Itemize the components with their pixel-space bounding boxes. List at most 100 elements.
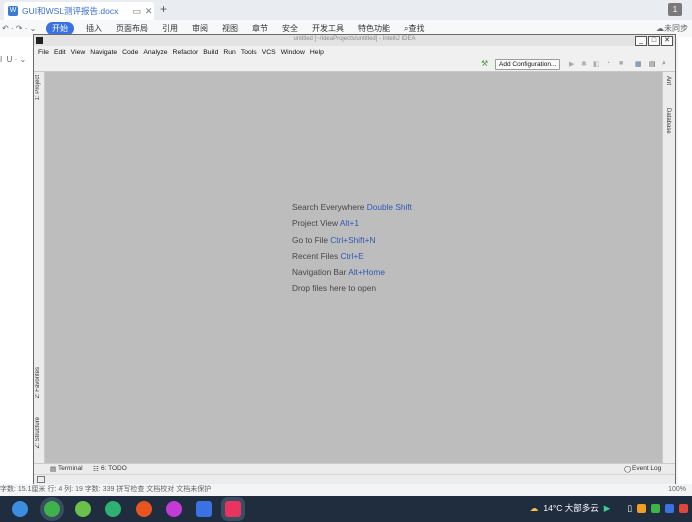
notification-badge[interactable]: 1	[668, 3, 682, 16]
minimize-icon[interactable]: _	[635, 36, 647, 46]
main-toolbar: ⚒ Add Configuration... ▶ ✱ ◧ ◔ ■ ▦ ▤ ⌕	[34, 58, 675, 72]
tablet-icon[interactable]: ▭	[132, 6, 141, 17]
window-controls: _ □ ✕	[635, 36, 673, 46]
sync-status[interactable]: ☁未同步	[656, 23, 688, 34]
weather-icon[interactable]: ☁	[530, 503, 539, 514]
search-icon[interactable]: ⌕	[662, 60, 666, 68]
ribbon-tab-review[interactable]: 审阅	[192, 23, 208, 34]
sync-status-label: 未同步	[664, 24, 688, 33]
tray-wps-icon[interactable]	[665, 503, 674, 513]
ribbon-tab-chapter[interactable]: 章节	[252, 23, 268, 34]
wps-status-left: 字数: 15.1厘米 行: 4 列: 19 字数: 339 拼写检查 文档校对 …	[0, 486, 212, 493]
tool-window-structure[interactable]: Z: Structure	[35, 417, 41, 448]
ribbon-tab-features[interactable]: 特色功能	[358, 23, 390, 34]
undo-redo-icons[interactable]: ↶ · ↷ · ⌄	[2, 24, 46, 33]
hint-search-everywhere: Search Everywhere Double Shift	[292, 202, 412, 218]
menu-edit[interactable]: Edit	[54, 49, 66, 56]
zoom-level[interactable]: 100%	[668, 484, 686, 496]
left-tool-strip: 1: Project 2: Favorites Z: Structure	[34, 72, 45, 463]
add-configuration-button[interactable]: Add Configuration...	[495, 59, 561, 70]
hint-navigation-bar: Navigation Bar Alt+Home	[292, 267, 412, 283]
menu-navigate[interactable]: Navigate	[90, 49, 117, 56]
event-log-button[interactable]: Event Log	[632, 465, 661, 472]
start-menu-icon[interactable]	[12, 501, 28, 517]
menu-tools[interactable]: Tools	[241, 49, 257, 56]
tool-window-database[interactable]: Database	[665, 108, 671, 134]
menu-help[interactable]: Help	[310, 49, 324, 56]
menu-vcs[interactable]: VCS	[262, 49, 276, 56]
wps-doc-icon: W	[8, 6, 18, 16]
menu-build[interactable]: Build	[203, 49, 218, 56]
ribbon-tab-layout[interactable]: 页面布局	[116, 23, 148, 34]
wps-writer-icon[interactable]	[196, 501, 212, 517]
hint-shortcut: Double Shift	[366, 202, 412, 212]
weather-text[interactable]: 14°C 大部多云	[543, 502, 598, 514]
taskbar: ☁ 14°C 大部多云 ▶ ▯	[0, 496, 692, 522]
coverage-icon[interactable]: ◧	[593, 60, 600, 68]
tool-window-ant[interactable]: Ant	[665, 76, 671, 85]
hint-recent-files: Recent Files Ctrl+E	[292, 251, 412, 267]
format-icons[interactable]: I U · ⌄	[0, 55, 26, 64]
tool-window-project[interactable]: 1: Project	[35, 75, 41, 100]
phone-icon[interactable]: ▯	[627, 503, 632, 514]
tool-windows-toggle-icon[interactable]	[37, 476, 45, 483]
wps-document-margin-right	[678, 37, 692, 487]
tool-window-todo[interactable]: 6: TODO	[101, 465, 127, 472]
close-icon[interactable]: ✕	[661, 36, 673, 46]
tool-window-terminal[interactable]: Terminal	[58, 465, 83, 472]
ribbon-tab-references[interactable]: 引用	[162, 23, 178, 34]
project-structure-icon[interactable]: ▦	[635, 60, 642, 68]
right-tool-strip: Ant Database	[662, 72, 675, 463]
wechat-icon[interactable]	[44, 501, 60, 517]
ubuntu-icon[interactable]	[136, 501, 152, 517]
build-hammer-icon[interactable]: ⚒	[481, 59, 488, 68]
hint-label: Search Everywhere	[292, 202, 365, 212]
hint-drop-files: Drop files here to open	[292, 283, 412, 299]
stop-icon[interactable]: ■	[619, 60, 623, 67]
document-tab-title: GUI和WSL测评报告.docx	[22, 6, 119, 16]
menu-refactor[interactable]: Refactor	[173, 49, 199, 56]
pycharm-icon[interactable]	[105, 501, 121, 517]
window-title: untitled [~/IdeaProjects/untitled] - Int…	[293, 36, 416, 42]
close-icon[interactable]: ✕	[145, 6, 153, 17]
menu-file[interactable]: File	[38, 49, 49, 56]
menu-view[interactable]: View	[71, 49, 86, 56]
drop-app-icon[interactable]	[166, 501, 182, 517]
hint-go-to-file: Go to File Ctrl+Shift+N	[292, 235, 412, 251]
app-icon-green[interactable]	[75, 501, 91, 517]
menu-window[interactable]: Window	[281, 49, 305, 56]
tray-app-icon-2[interactable]	[679, 503, 688, 513]
ribbon-search[interactable]: ⌕查找	[404, 23, 424, 34]
maximize-icon[interactable]: □	[648, 36, 660, 46]
ribbon-tab-security[interactable]: 安全	[282, 23, 298, 34]
new-tab-button[interactable]: +	[160, 2, 167, 16]
hint-label: Navigation Bar	[292, 267, 347, 278]
media-icon[interactable]: ▶	[604, 503, 611, 514]
tray-wechat-icon[interactable]	[651, 503, 660, 513]
menu-analyze[interactable]: Analyze	[143, 49, 167, 56]
terminal-icon: ▤	[50, 466, 57, 473]
ribbon-tab-insert[interactable]: 插入	[86, 23, 102, 34]
todo-icon: ☷	[93, 466, 99, 473]
hint-label: Go to File	[292, 234, 328, 245]
ribbon-search-label: 查找	[408, 24, 425, 33]
editor-empty-area[interactable]: Search Everywhere Double Shift Project V…	[45, 72, 662, 463]
menu-code[interactable]: Code	[122, 49, 138, 56]
tray-app-icon-1[interactable]	[637, 503, 646, 513]
profile-icon[interactable]: ◔	[606, 60, 610, 67]
intellij-icon[interactable]	[225, 501, 241, 517]
debug-icon[interactable]: ✱	[581, 60, 587, 68]
ribbon-tab-view[interactable]: 视图	[222, 23, 238, 34]
ide-status-bar	[34, 474, 675, 484]
ribbon-tab-developer[interactable]: 开发工具	[312, 23, 344, 34]
hint-shortcut: Ctrl+Shift+N	[330, 234, 376, 245]
document-tab[interactable]: W GUI和WSL测评报告.docx ▭ ✕	[4, 2, 154, 20]
hint-shortcut: Alt+1	[339, 218, 359, 229]
menu-bar: File Edit View Navigate Code Analyze Ref…	[34, 46, 675, 58]
editor-hints: Search Everywhere Double Shift Project V…	[292, 202, 412, 300]
menu-run[interactable]: Run	[223, 49, 235, 56]
wps-document-margin-left: I U · ⌄	[0, 37, 34, 487]
run-icon[interactable]: ▶	[569, 60, 574, 68]
layout-icon[interactable]: ▤	[649, 60, 656, 68]
tool-window-favorites[interactable]: 2: Favorites	[35, 367, 41, 398]
